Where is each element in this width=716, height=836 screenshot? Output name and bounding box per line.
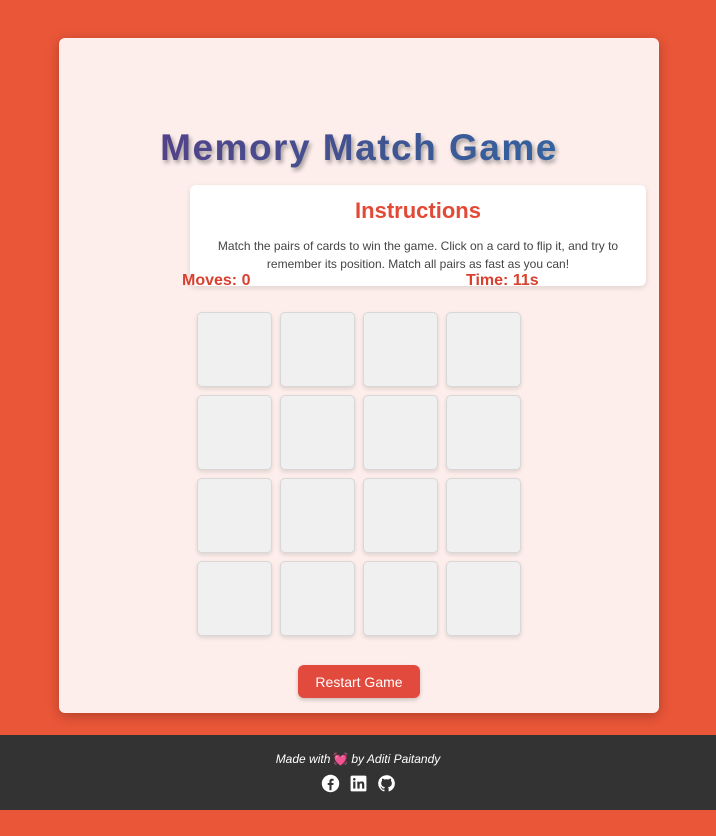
memory-card[interactable]: [446, 561, 521, 636]
instructions-text: Match the pairs of cards to win the game…: [217, 239, 619, 271]
memory-card[interactable]: [446, 395, 521, 470]
instructions-heading: Instructions: [355, 198, 481, 223]
memory-card[interactable]: [197, 561, 272, 636]
memory-card[interactable]: [197, 478, 272, 553]
memory-card[interactable]: [363, 561, 438, 636]
page-title: Memory Match Game: [59, 126, 659, 170]
author-text: by Aditi Paitandy: [351, 752, 441, 766]
memory-card[interactable]: [280, 561, 355, 636]
memory-card[interactable]: [363, 312, 438, 387]
facebook-icon[interactable]: [321, 774, 340, 793]
memory-card[interactable]: [363, 478, 438, 553]
footer-credit: Made with 💓 by Aditi Paitandy: [0, 752, 716, 766]
social-links: [0, 774, 716, 793]
memory-card[interactable]: [280, 478, 355, 553]
footer: Made with 💓 by Aditi Paitandy: [0, 735, 716, 810]
memory-card[interactable]: [280, 395, 355, 470]
heart-icon: 💓: [333, 752, 349, 766]
made-with-text: Made with: [275, 752, 331, 766]
memory-card[interactable]: [197, 395, 272, 470]
timer: Time: 11s: [466, 272, 539, 289]
memory-card[interactable]: [363, 395, 438, 470]
instructions-box: Instructions Match the pairs of cards to…: [190, 185, 646, 286]
memory-card[interactable]: [197, 312, 272, 387]
card-grid: [197, 312, 521, 636]
memory-card[interactable]: [446, 312, 521, 387]
linkedin-icon[interactable]: [349, 774, 368, 793]
moves-counter: Moves: 0: [182, 272, 251, 289]
github-icon[interactable]: [377, 774, 396, 793]
memory-card[interactable]: [446, 478, 521, 553]
restart-button[interactable]: Restart Game: [298, 665, 420, 698]
memory-card[interactable]: [280, 312, 355, 387]
